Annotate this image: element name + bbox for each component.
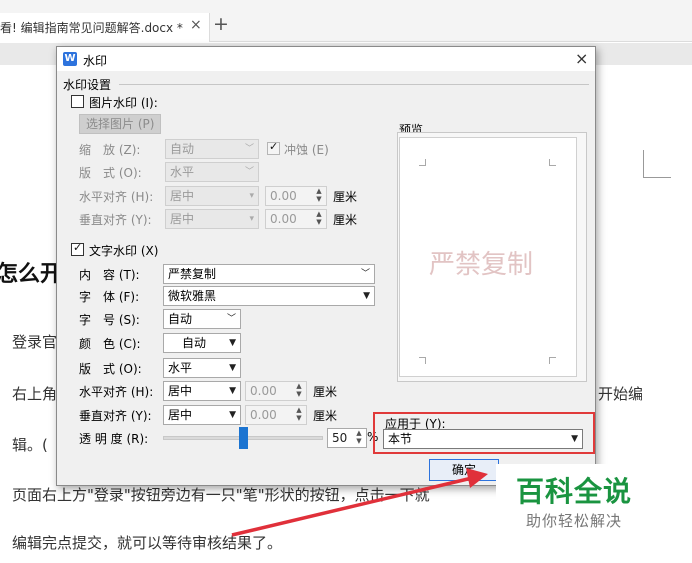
brand-name: 百科全说 [516,475,633,508]
brand-logo: 百科全说 助你轻松解决 [496,464,656,536]
brand-slogan: 助你轻松解决 [526,512,623,530]
arrow-head-icon [466,468,488,488]
arrow-shaft [231,476,473,537]
